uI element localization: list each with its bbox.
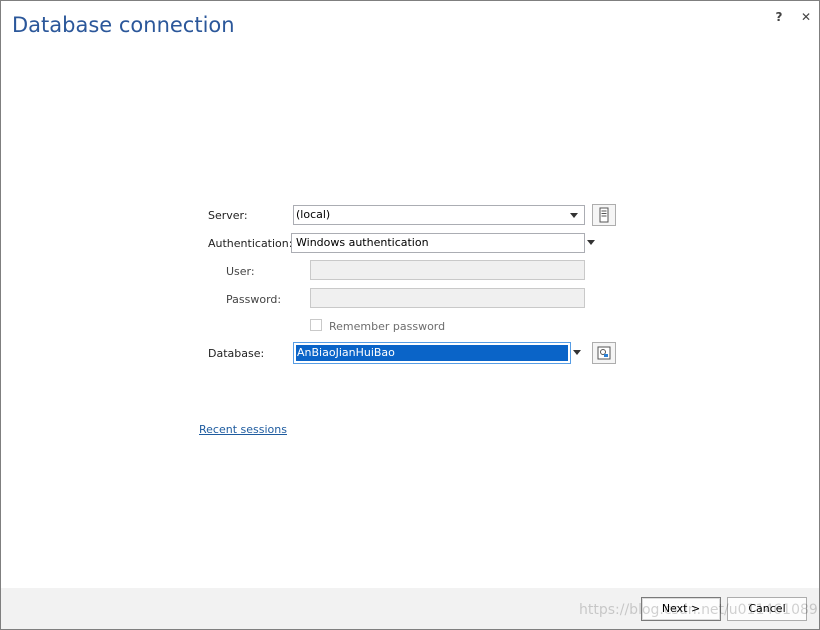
server-value: (local) (296, 208, 331, 221)
close-icon[interactable]: ✕ (798, 9, 814, 25)
database-browse-button[interactable] (592, 342, 616, 364)
password-field[interactable] (310, 288, 585, 308)
watermark: https://blog.csdn.net/u011461089 (579, 602, 818, 618)
recent-sessions-link[interactable]: Recent sessions (199, 423, 287, 436)
chevron-down-icon[interactable] (587, 240, 595, 245)
server-combo[interactable]: (local) (293, 205, 585, 225)
database-icon (597, 346, 611, 360)
dialog-title: Database connection (12, 13, 235, 37)
password-label: Password: (226, 293, 282, 306)
help-icon[interactable]: ? (771, 9, 787, 25)
remember-password-checkbox[interactable] (310, 319, 322, 331)
authentication-value: Windows authentication (296, 236, 429, 249)
chevron-down-icon[interactable] (570, 213, 578, 218)
database-combo[interactable]: AnBiaoJianHuiBao (293, 342, 571, 364)
database-selection: AnBiaoJianHuiBao (296, 345, 568, 361)
server-icon (599, 207, 609, 223)
database-connection-dialog: Database connection ? ✕ Server: (local) … (0, 0, 820, 630)
database-label: Database: (208, 347, 265, 360)
authentication-combo[interactable]: Windows authentication (291, 233, 585, 253)
database-value: AnBiaoJianHuiBao (297, 346, 395, 359)
user-label: User: (226, 265, 255, 278)
chevron-down-icon[interactable] (573, 350, 581, 355)
remember-password-label: Remember password (329, 320, 446, 333)
user-field[interactable] (310, 260, 585, 280)
server-browse-button[interactable] (592, 204, 616, 226)
authentication-label: Authentication: (208, 237, 293, 250)
server-label: Server: (208, 209, 248, 222)
